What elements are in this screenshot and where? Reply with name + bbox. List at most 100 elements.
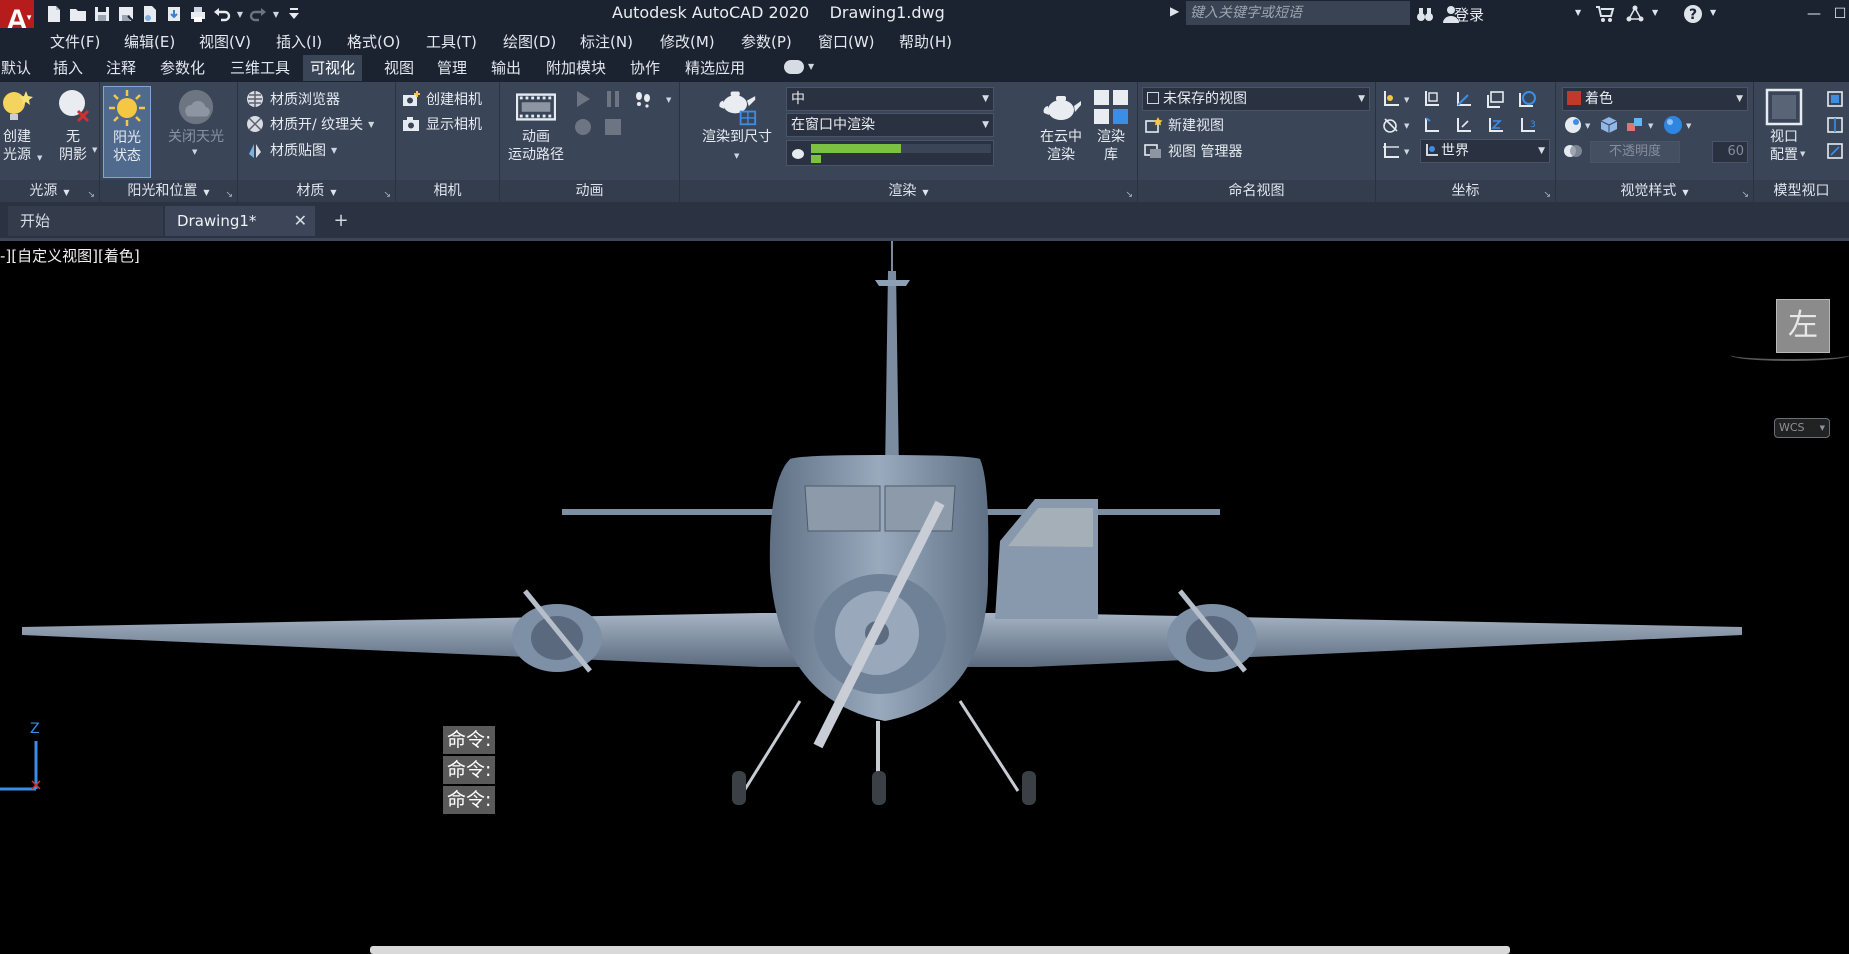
undo-icon[interactable] [210, 2, 234, 26]
sphere-icon[interactable] [1662, 114, 1684, 136]
opacity-value-field[interactable]: 60 [1712, 141, 1748, 163]
a360-network-icon[interactable] [1624, 3, 1646, 25]
plot-icon[interactable] [186, 2, 210, 26]
ucs-dropdown-icon[interactable]: ▼ [1404, 96, 1409, 104]
tab-collaborate[interactable]: 协作 [623, 55, 667, 81]
join-viewport-icon[interactable] [1824, 114, 1846, 136]
ucs-named-icon[interactable] [1380, 140, 1402, 162]
save-web-icon[interactable] [162, 2, 186, 26]
menu-dimension[interactable]: 标注(N) [580, 31, 633, 52]
tab-addins[interactable]: 附加模块 [539, 55, 613, 81]
sphere-dropdown-icon[interactable]: ▼ [1686, 122, 1691, 130]
no-shadow-button[interactable]: 无 阴影 [50, 86, 96, 164]
render-gallery-button[interactable]: 渲染 库 [1088, 86, 1134, 164]
menu-format[interactable]: 格式(O) [347, 31, 401, 52]
sign-in-dropdown-icon[interactable]: ▼ [1575, 8, 1581, 17]
new-view-button[interactable]: 新建视图 [1142, 113, 1224, 137]
ribbon-toggle-dropdown-icon[interactable]: ▼ [808, 62, 814, 71]
named-view-select[interactable]: 未保存的视图 ▼ [1142, 87, 1370, 111]
minimize-icon[interactable]: — [1802, 2, 1826, 26]
tab-drawing1[interactable]: Drawing1* ✕ [165, 206, 315, 236]
panel-lights-title[interactable]: 光源 ▼ ↘ [0, 180, 99, 202]
opacity-icon[interactable] [1562, 140, 1584, 162]
material-mapping-button[interactable]: 材质贴图 ▼ [244, 138, 337, 162]
create-camera-button[interactable]: 创建相机 [400, 87, 482, 111]
new-tab-plus-icon[interactable]: + [330, 210, 352, 232]
menu-insert[interactable]: 插入(I) [276, 31, 322, 52]
maximize-icon[interactable]: ☐ [1828, 2, 1849, 26]
drawing-viewport[interactable]: -][自定义视图][着色] 左 WCS ▼ Z 命令: 命令: 命令: [0, 241, 1849, 954]
viewcube-face-left[interactable]: 左 [1776, 299, 1830, 353]
tab-featured-apps[interactable]: 精选应用 [678, 55, 752, 81]
customize-qat-icon[interactable] [282, 2, 306, 26]
panel-visual-styles-title[interactable]: 视觉样式 ▼ ↘ [1556, 180, 1753, 202]
viewport-config-dropdown-icon[interactable]: ▼ [1800, 150, 1805, 158]
render-size-dropdown-icon[interactable]: ▼ [734, 152, 739, 160]
sky-dropdown-icon[interactable]: ▼ [192, 148, 197, 156]
tab-manage[interactable]: 管理 [430, 55, 474, 81]
save-as-icon[interactable] [114, 2, 138, 26]
show-camera-button[interactable]: 显示相机 [400, 112, 482, 136]
restore-viewport-icon[interactable] [1824, 140, 1846, 162]
opacity-slider[interactable]: 不透明度 [1590, 141, 1680, 163]
sign-in-link[interactable]: 登录 [1454, 4, 1484, 25]
panel-materials-title[interactable]: 材质 ▼ ↘ [238, 180, 395, 202]
ucs-world-icon[interactable] [1420, 88, 1442, 110]
render-to-size-button[interactable]: 渲染到尺寸 [692, 86, 782, 146]
panel-coordinates-title[interactable]: 坐标 ↘ [1376, 180, 1555, 202]
panel-sun-title[interactable]: 阳光和位置 ▼ ↘ [100, 180, 237, 202]
render-in-cloud-button[interactable]: 在云中 渲染 [1036, 86, 1086, 164]
create-light-button[interactable]: 创建 光源 [0, 86, 40, 164]
close-icon[interactable]: ✕ [294, 206, 307, 236]
ucs-origin-icon[interactable] [1452, 88, 1474, 110]
wcs-menu-button[interactable]: WCS ▼ [1774, 418, 1830, 438]
walk-dropdown-icon[interactable]: ▼ [666, 96, 671, 104]
help-icon[interactable]: ? [1682, 3, 1704, 25]
materials-toggle-button[interactable]: 材质开/ 纹理关 ▼ [244, 112, 374, 136]
menu-draw[interactable]: 绘图(D) [503, 31, 556, 52]
play-icon[interactable] [572, 88, 594, 110]
ucs-3point-icon[interactable] [1380, 114, 1402, 136]
ucs-named-dropdown-icon[interactable]: ▼ [1404, 148, 1409, 156]
view-manager-button[interactable]: 视图 管理器 [1142, 139, 1242, 163]
tab-view[interactable]: 视图 [377, 55, 421, 81]
visual-style-select[interactable]: 着色 ▼ [1562, 87, 1748, 111]
menu-tools[interactable]: 工具(T) [426, 31, 477, 52]
ucs-object-icon[interactable] [1516, 88, 1538, 110]
animation-motion-path-button[interactable]: 动画 运动路径 [504, 86, 568, 164]
create-light-dropdown-icon[interactable]: ▼ [37, 154, 42, 162]
pause-icon[interactable] [602, 88, 624, 110]
sky-off-button[interactable]: 关闭天光 [158, 86, 234, 146]
no-shadow-dropdown-icon[interactable]: ▼ [92, 146, 97, 154]
horizontal-scrollbar[interactable] [370, 946, 1510, 954]
tab-insert[interactable]: 插入 [46, 55, 90, 81]
menu-file[interactable]: 文件(F) [50, 31, 100, 52]
ucs-view-icon[interactable] [1484, 88, 1506, 110]
edge-effects-icon[interactable] [1562, 114, 1584, 136]
help-dropdown-icon[interactable]: ▼ [1710, 8, 1716, 17]
ucs-zaxis-icon[interactable]: 3 [1516, 114, 1538, 136]
menu-view[interactable]: 视图(V) [199, 31, 251, 52]
network-dropdown-icon[interactable]: ▼ [1652, 8, 1658, 17]
panel-render-title[interactable]: 渲染 ▼ ↘ [680, 180, 1137, 202]
color-cubes-icon[interactable] [1624, 114, 1646, 136]
menu-window[interactable]: 窗口(W) [818, 31, 875, 52]
redo-dropdown-icon[interactable]: ▼ [270, 2, 282, 26]
sun-status-button[interactable]: 阳光 状态 [103, 86, 151, 178]
menu-modify[interactable]: 修改(M) [660, 31, 715, 52]
record-icon[interactable] [572, 116, 594, 138]
tab-3d-tools[interactable]: 三维工具 [223, 55, 297, 81]
box-shading-icon[interactable] [1598, 114, 1620, 136]
cart-icon[interactable] [1594, 3, 1616, 25]
named-viewport-icon[interactable] [1824, 88, 1846, 110]
open-web-icon[interactable] [138, 2, 162, 26]
menu-parametric[interactable]: 参数(P) [741, 31, 792, 52]
stop-icon[interactable] [602, 116, 624, 138]
materials-browser-button[interactable]: 材质浏览器 [244, 87, 340, 111]
tab-start[interactable]: 开始 [8, 206, 163, 236]
binoculars-icon[interactable] [1414, 3, 1436, 25]
ucs-z-icon[interactable] [1484, 114, 1506, 136]
undo-dropdown-icon[interactable]: ▼ [234, 2, 246, 26]
ucs-world-select[interactable]: 世界 ▼ [1420, 139, 1550, 163]
edge-effects-dropdown-icon[interactable]: ▼ [1585, 122, 1590, 130]
